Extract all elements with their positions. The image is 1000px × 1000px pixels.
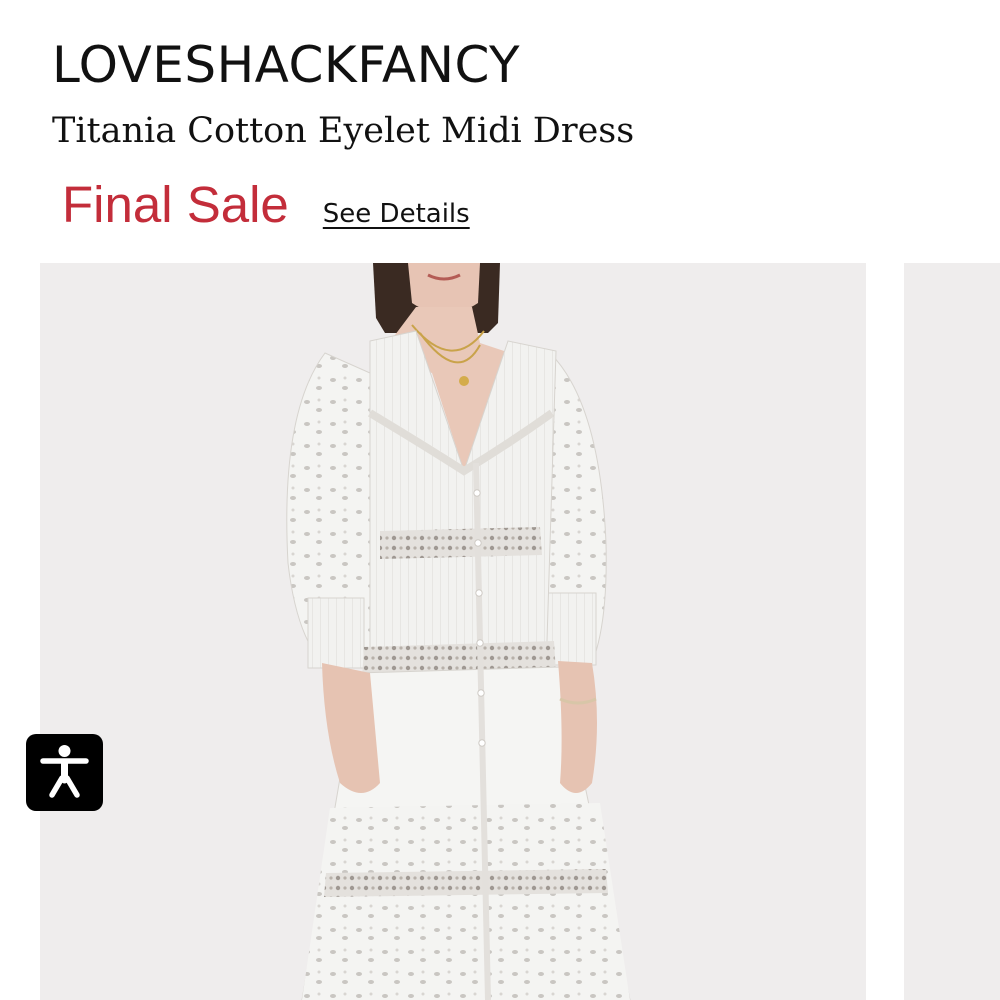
product-title: Titania Cotton Eyelet Midi Dress	[52, 111, 635, 151]
accessibility-person-icon	[40, 745, 89, 798]
model-dress-illustration	[286, 263, 631, 1000]
product-page: LOVESHACKFANCY Titania Cotton Eyelet Mid…	[0, 0, 1000, 1000]
brand-name[interactable]: LOVESHACKFANCY	[52, 34, 520, 96]
accessibility-button[interactable]	[26, 734, 103, 811]
see-details-link[interactable]: See Details	[323, 199, 470, 229]
product-image-gallery[interactable]	[0, 263, 1000, 1000]
sale-row: Final Sale See Details	[62, 174, 470, 238]
product-image-main[interactable]	[40, 263, 866, 1000]
product-image-next[interactable]	[904, 263, 1000, 1000]
final-sale-label: Final Sale	[62, 176, 289, 233]
